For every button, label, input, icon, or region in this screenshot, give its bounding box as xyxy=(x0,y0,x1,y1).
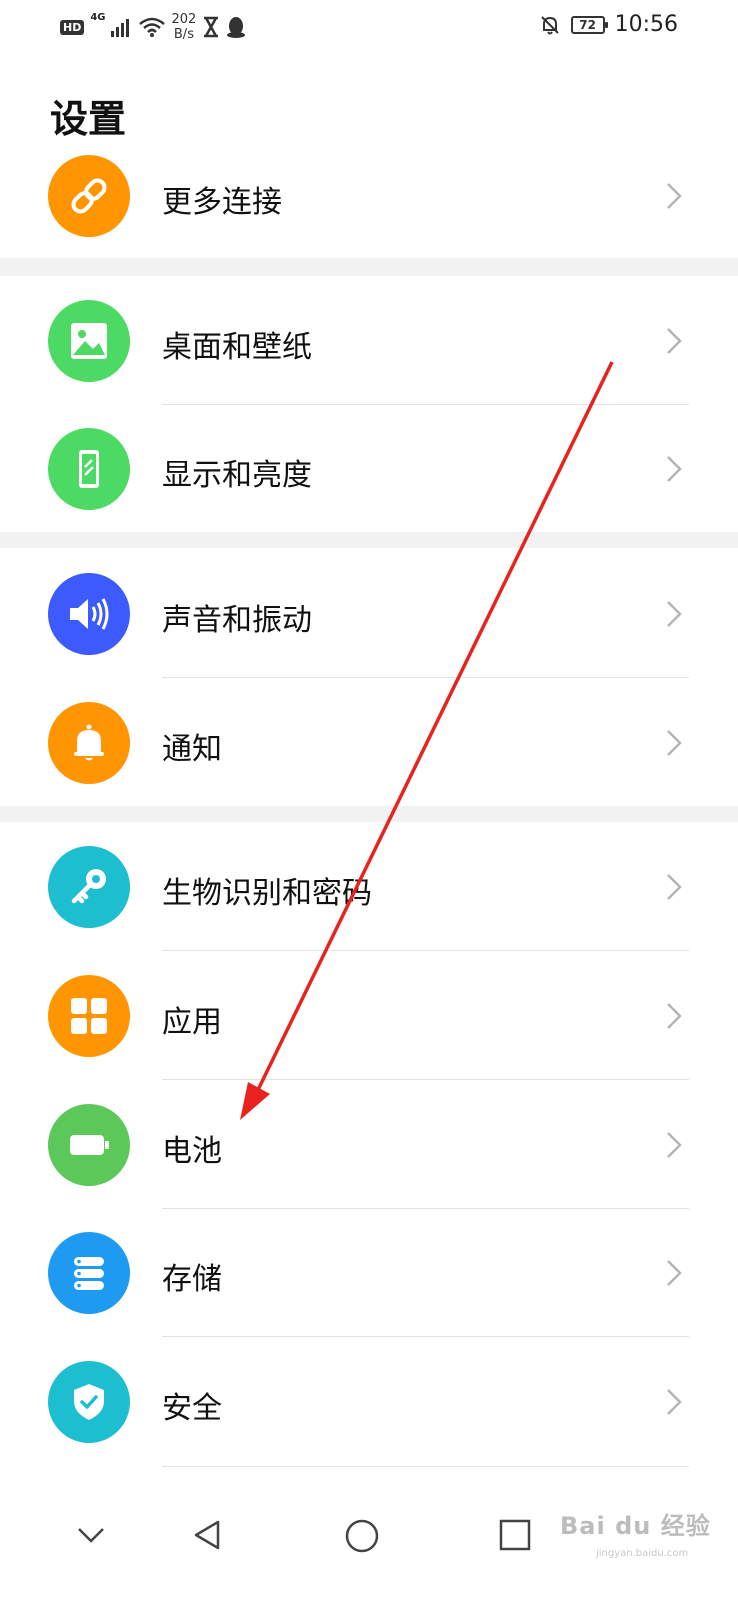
status-right: 72 10:56 xyxy=(539,12,678,37)
settings-item-label: 桌面和壁纸 xyxy=(162,330,312,365)
key-icon xyxy=(48,846,130,928)
row-divider xyxy=(162,1208,689,1209)
nav-home-icon[interactable] xyxy=(344,1518,380,1554)
picture-icon xyxy=(48,300,130,382)
qq-penguin-icon xyxy=(227,17,246,38)
settings-item-apps[interactable]: 应用 xyxy=(0,975,738,1057)
display-phone-icon xyxy=(48,428,130,510)
settings-item-label: 更多连接 xyxy=(162,185,282,220)
wifi-icon xyxy=(138,17,165,37)
clock: 10:56 xyxy=(614,12,678,37)
status-bar: HD 4G 202 B/s 72 10:56 xyxy=(0,0,738,58)
battery-indicator: 72 xyxy=(570,15,608,34)
speaker-icon xyxy=(48,573,130,655)
annotation-arrow xyxy=(240,361,614,1120)
link-icon xyxy=(48,155,130,237)
page-title: 设置 xyxy=(50,97,127,141)
chevron-right-icon xyxy=(667,1389,682,1415)
settings-item-label: 生物识别和密码 xyxy=(162,876,372,911)
row-divider xyxy=(162,677,689,678)
settings-item-label: 安全 xyxy=(162,1391,222,1426)
watermark-logo: Bai du 经验 xyxy=(560,1512,711,1540)
settings-item-label: 应用 xyxy=(162,1005,222,1040)
chevron-right-icon xyxy=(667,456,682,482)
group-separator xyxy=(0,258,738,276)
settings-item-biometrics-password[interactable]: 生物识别和密码 xyxy=(0,846,738,928)
shield-check-icon xyxy=(48,1361,130,1443)
settings-item-label: 显示和亮度 xyxy=(162,458,312,493)
row-divider xyxy=(162,1079,689,1080)
settings-item-notifications[interactable]: 通知 xyxy=(0,702,738,784)
settings-item-security[interactable]: 安全 xyxy=(0,1361,738,1443)
group-separator xyxy=(0,532,738,548)
chevron-right-icon xyxy=(667,874,682,900)
chevron-right-icon xyxy=(667,601,682,627)
group-separator xyxy=(0,806,738,822)
chevron-right-icon xyxy=(667,328,682,354)
signal-icon xyxy=(110,19,129,37)
nav-collapse-chevron-icon[interactable] xyxy=(74,1518,108,1552)
settings-item-display-brightness[interactable]: 显示和亮度 xyxy=(0,428,738,510)
battery-level: 72 xyxy=(579,17,596,32)
chevron-right-icon xyxy=(667,1132,682,1158)
settings-item-battery[interactable]: 电池 xyxy=(0,1104,738,1186)
row-divider xyxy=(162,404,689,405)
settings-item-label: 通知 xyxy=(162,732,222,767)
mute-notification-icon xyxy=(540,15,559,34)
hourglass-icon xyxy=(204,16,219,38)
apps-grid-icon xyxy=(48,975,130,1057)
nav-back-icon[interactable] xyxy=(190,1518,224,1552)
settings-item-more-connections[interactable]: 更多连接 xyxy=(0,155,738,237)
status-left: HD 4G 202 B/s xyxy=(60,12,246,42)
settings-item-storage[interactable]: 存储 xyxy=(0,1232,738,1314)
row-divider xyxy=(162,950,689,951)
storage-icon xyxy=(48,1232,130,1314)
network-speed-unit: B/s xyxy=(173,27,194,42)
bell-icon xyxy=(48,702,130,784)
settings-screen: HD 4G 202 B/s 72 10:56 设置 更多连接 桌面和壁纸 显示和… xyxy=(0,0,738,1600)
chevron-right-icon xyxy=(667,730,682,756)
row-divider xyxy=(162,1336,689,1337)
watermark-url: jingyan.baidu.com xyxy=(596,1548,689,1559)
hd-badge: HD xyxy=(60,19,85,35)
chevron-right-icon xyxy=(667,1260,682,1286)
settings-item-label: 声音和振动 xyxy=(162,603,312,638)
chevron-right-icon xyxy=(667,183,682,209)
nav-recents-icon[interactable] xyxy=(498,1518,532,1552)
settings-item-sound-vibration[interactable]: 声音和振动 xyxy=(0,573,738,655)
network-speed: 202 B/s xyxy=(172,12,197,42)
settings-item-label: 电池 xyxy=(162,1134,222,1169)
settings-item-label: 存储 xyxy=(162,1262,222,1297)
row-divider xyxy=(162,1466,689,1467)
settings-item-desktop-wallpaper[interactable]: 桌面和壁纸 xyxy=(0,300,738,382)
battery-icon xyxy=(48,1104,130,1186)
network-speed-value: 202 xyxy=(171,12,197,27)
network-type: 4G xyxy=(90,12,106,23)
chevron-right-icon xyxy=(667,1003,682,1029)
